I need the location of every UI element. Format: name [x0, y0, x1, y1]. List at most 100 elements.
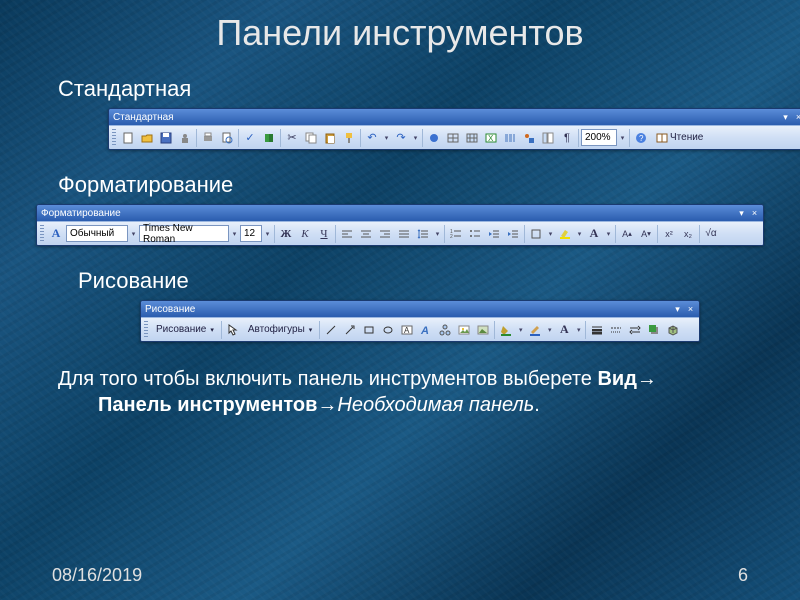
gripper-icon[interactable] — [144, 321, 148, 339]
redo-button[interactable]: ↷ — [392, 129, 410, 147]
formatting-toolbar: Форматирование ▾ × A Обычный ▾ Times New… — [36, 204, 764, 246]
research-button[interactable] — [260, 129, 278, 147]
increase-indent-button[interactable] — [504, 225, 522, 243]
open-button[interactable] — [138, 129, 156, 147]
toolbar-options-icon[interactable]: ▾ — [673, 305, 682, 314]
spacing-dropdown[interactable]: ▾ — [433, 225, 442, 243]
format-painter-button[interactable] — [340, 129, 358, 147]
fill-dropdown[interactable]: ▾ — [516, 321, 525, 339]
arrow-style-button[interactable] — [626, 321, 644, 339]
copy-button[interactable] — [302, 129, 320, 147]
permissions-button[interactable] — [176, 129, 194, 147]
show-formatting-button[interactable]: ¶ — [558, 129, 576, 147]
font-color-dropdown[interactable]: ▾ — [604, 225, 613, 243]
separator — [585, 321, 586, 339]
redo-dropdown[interactable]: ▾ — [411, 129, 420, 147]
print-preview-button[interactable] — [218, 129, 236, 147]
save-button[interactable] — [157, 129, 175, 147]
borders-dropdown[interactable]: ▾ — [546, 225, 555, 243]
tables-borders-button[interactable] — [444, 129, 462, 147]
separator — [196, 129, 197, 147]
line-spacing-button[interactable] — [414, 225, 432, 243]
line-color-button[interactable] — [526, 321, 544, 339]
style-selector[interactable]: Обычный — [66, 225, 128, 242]
doc-map-button[interactable] — [539, 129, 557, 147]
superscript-button[interactable]: x² — [660, 225, 678, 243]
font-color-button-draw[interactable]: A — [555, 321, 573, 339]
font-dropdown[interactable]: ▾ — [230, 225, 239, 243]
undo-dropdown[interactable]: ▾ — [382, 129, 391, 147]
gripper-icon[interactable] — [40, 225, 44, 243]
borders-button[interactable] — [527, 225, 545, 243]
shrink-font-button[interactable]: A▾ — [637, 225, 655, 243]
columns-button[interactable] — [501, 129, 519, 147]
subscript-button[interactable]: x₂ — [679, 225, 697, 243]
toolbar-close-icon[interactable]: × — [794, 113, 800, 122]
drawing-toolbar: Рисование ▾ × Рисование▾ Автофигуры▾ A A — [140, 300, 700, 342]
hyperlink-button[interactable] — [425, 129, 443, 147]
toolbar-close-icon[interactable]: × — [686, 305, 695, 314]
font-selector[interactable]: Times New Roman — [139, 225, 229, 242]
print-button[interactable] — [199, 129, 217, 147]
insert-picture-button[interactable] — [474, 321, 492, 339]
underline-button[interactable]: Ч — [315, 225, 333, 243]
autoshapes-button[interactable]: Автофигуры▾ — [243, 321, 317, 339]
draw-menu-button[interactable]: Рисование▾ — [151, 321, 219, 339]
oval-button[interactable] — [379, 321, 397, 339]
size-dropdown[interactable]: ▾ — [263, 225, 272, 243]
align-left-button[interactable] — [338, 225, 356, 243]
zoom-field[interactable]: 200% — [581, 129, 617, 146]
bold-button[interactable]: Ж — [277, 225, 295, 243]
diagram-button[interactable] — [436, 321, 454, 339]
highlight-dropdown[interactable]: ▾ — [575, 225, 584, 243]
dash-style-button[interactable] — [607, 321, 625, 339]
book-icon — [656, 133, 668, 143]
styles-pane-button[interactable]: A — [47, 225, 65, 243]
fill-color-button[interactable] — [497, 321, 515, 339]
font-size-selector[interactable]: 12 — [240, 225, 262, 242]
shadow-button[interactable] — [645, 321, 663, 339]
toolbar-close-icon[interactable]: × — [750, 209, 759, 218]
select-objects-button[interactable] — [224, 321, 242, 339]
zoom-dropdown[interactable]: ▾ — [618, 129, 627, 147]
separator — [494, 321, 495, 339]
font-color-button[interactable]: A — [585, 225, 603, 243]
align-right-button[interactable] — [376, 225, 394, 243]
grow-font-button[interactable]: A▴ — [618, 225, 636, 243]
fontcolor-dropdown[interactable]: ▾ — [574, 321, 583, 339]
spellcheck-button[interactable]: ✓ — [241, 129, 259, 147]
clipart-button[interactable] — [455, 321, 473, 339]
linecolor-dropdown[interactable]: ▾ — [545, 321, 554, 339]
line-style-button[interactable] — [588, 321, 606, 339]
separator — [657, 225, 658, 243]
drawing-toolbar-button[interactable] — [520, 129, 538, 147]
cut-button[interactable]: ✂ — [283, 129, 301, 147]
svg-text:A: A — [420, 325, 429, 336]
style-dropdown[interactable]: ▾ — [129, 225, 138, 243]
bullet-list-button[interactable] — [466, 225, 484, 243]
toolbar-options-icon[interactable]: ▾ — [781, 113, 790, 122]
insert-excel-button[interactable]: X — [482, 129, 500, 147]
justify-button[interactable] — [395, 225, 413, 243]
arrow-button[interactable] — [341, 321, 359, 339]
numbered-list-button[interactable]: 12 — [447, 225, 465, 243]
new-doc-button[interactable] — [119, 129, 137, 147]
italic-button[interactable]: К — [296, 225, 314, 243]
line-button[interactable] — [322, 321, 340, 339]
textbox-button[interactable]: A — [398, 321, 416, 339]
insert-table-button[interactable] — [463, 129, 481, 147]
separator — [578, 129, 579, 147]
wordart-button[interactable]: A — [417, 321, 435, 339]
rectangle-button[interactable] — [360, 321, 378, 339]
toolbar-options-icon[interactable]: ▾ — [737, 209, 746, 218]
3d-button[interactable] — [664, 321, 682, 339]
paste-button[interactable] — [321, 129, 339, 147]
help-button[interactable]: ? — [632, 129, 650, 147]
highlight-button[interactable] — [556, 225, 574, 243]
undo-button[interactable]: ↶ — [363, 129, 381, 147]
read-mode-button[interactable]: Чтение — [651, 129, 708, 147]
gripper-icon[interactable] — [112, 129, 116, 147]
align-center-button[interactable] — [357, 225, 375, 243]
equation-button[interactable]: √α — [702, 225, 720, 243]
decrease-indent-button[interactable] — [485, 225, 503, 243]
